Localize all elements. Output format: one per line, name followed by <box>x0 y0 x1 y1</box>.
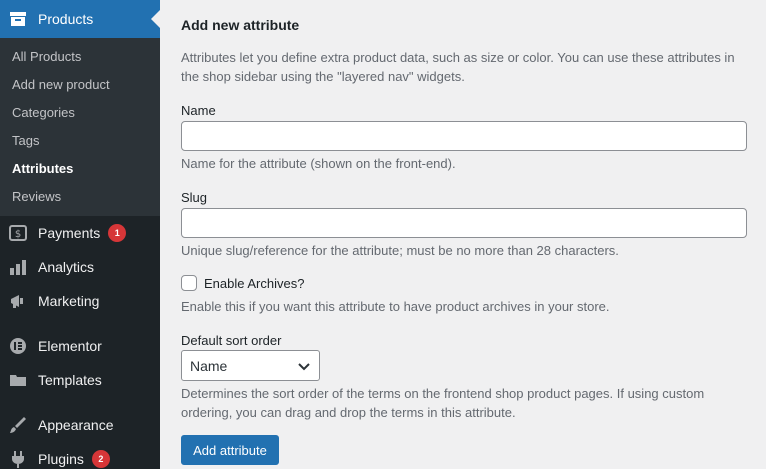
submenu-attributes[interactable]: Attributes <box>0 154 160 182</box>
sidebar-item-plugins[interactable]: Plugins 2 <box>0 442 160 469</box>
paintbrush-icon <box>8 415 28 435</box>
submenu-reviews[interactable]: Reviews <box>0 182 160 210</box>
sidebar-item-products[interactable]: Products <box>0 0 160 38</box>
sort-order-value: Name <box>190 357 228 374</box>
sidebar-item-label: Products <box>38 11 94 27</box>
form-intro: Attributes let you define extra product … <box>181 50 735 84</box>
sidebar-item-label: Payments <box>38 225 101 241</box>
analytics-icon <box>8 257 28 277</box>
slug-label: Slug <box>181 190 208 205</box>
sidebar-item-label: Templates <box>38 372 102 388</box>
sidebar-item-payments[interactable]: $ Payments 1 <box>0 216 160 250</box>
form-title: Add new attribute <box>181 17 300 33</box>
plugins-count-badge: 2 <box>91 450 110 468</box>
sidebar-item-marketing[interactable]: Marketing <box>0 284 160 318</box>
current-menu-arrow <box>151 10 160 28</box>
sort-order-select[interactable]: Name <box>181 350 320 381</box>
submenu-tags[interactable]: Tags <box>0 126 160 154</box>
sidebar-item-label: Plugins <box>38 451 84 467</box>
sort-order-description: Determines the sort order of the terms o… <box>181 386 705 420</box>
products-icon <box>8 9 28 29</box>
plugin-icon <box>8 449 28 469</box>
sidebar-item-label: Marketing <box>38 293 100 309</box>
enable-archives-label[interactable]: Enable Archives? <box>204 276 304 291</box>
archives-description: Enable this if you want this attribute t… <box>181 299 610 314</box>
products-submenu: All Products Add new product Categories … <box>0 38 160 216</box>
elementor-icon <box>8 336 28 356</box>
chevron-down-icon <box>297 359 311 376</box>
submenu-add-new-product[interactable]: Add new product <box>0 70 160 98</box>
payments-icon: $ <box>8 223 28 243</box>
svg-text:$: $ <box>15 229 21 240</box>
sidebar-item-appearance[interactable]: Appearance <box>0 408 160 442</box>
sidebar-item-templates[interactable]: Templates <box>0 363 160 397</box>
sidebar-item-analytics[interactable]: Analytics <box>0 250 160 284</box>
sort-order-label: Default sort order <box>181 333 282 348</box>
folder-icon <box>8 370 28 390</box>
admin-sidebar: Products All Products Add new product Ca… <box>0 0 160 469</box>
submenu-all-products[interactable]: All Products <box>0 42 160 70</box>
sidebar-item-label: Elementor <box>38 338 102 354</box>
name-description: Name for the attribute (shown on the fro… <box>181 156 456 171</box>
sidebar-item-elementor[interactable]: Elementor <box>0 329 160 363</box>
payments-count-badge: 1 <box>108 224 127 242</box>
submenu-categories[interactable]: Categories <box>0 98 160 126</box>
sidebar-item-label: Appearance <box>38 417 114 433</box>
sidebar-item-label: Analytics <box>38 259 95 275</box>
add-attribute-button[interactable]: Add attribute <box>181 435 279 465</box>
enable-archives-checkbox[interactable] <box>181 275 197 291</box>
megaphone-icon <box>8 291 28 311</box>
slug-description: Unique slug/reference for the attribute;… <box>181 243 619 258</box>
slug-input[interactable] <box>181 208 747 238</box>
name-label: Name <box>181 103 216 118</box>
name-input[interactable] <box>181 121 747 151</box>
